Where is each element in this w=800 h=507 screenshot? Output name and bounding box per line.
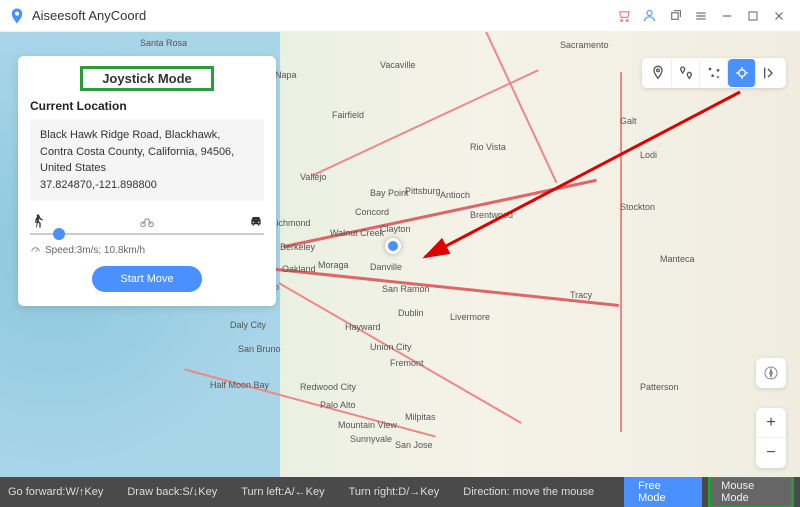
user-icon[interactable] [636,3,662,29]
gauge-icon [30,245,41,256]
current-location-label: Current Location [30,99,264,113]
hint-left: Turn left:A/←Key [241,486,324,498]
travel-mode-row [30,213,264,229]
mouse-mode-button[interactable]: Mouse Mode [708,475,794,507]
menu-icon[interactable] [688,3,714,29]
map-mode-toolbar [642,58,786,88]
car-icon[interactable] [248,213,264,229]
address-text: Black Hawk Ridge Road, Blackhawk, Contra… [40,127,254,177]
export-icon[interactable] [756,59,784,87]
hint-right: Turn right:D/→Key [349,486,440,498]
start-move-button[interactable]: Start Move [92,266,201,292]
app-logo-icon [8,7,26,25]
coords-text: 37.824870,-121.898800 [40,177,254,194]
zoom-control: + − [756,408,786,468]
maximize-icon[interactable] [740,3,766,29]
map-area[interactable]: Santa RosaNapaVacavilleFairfieldSacramen… [0,32,800,477]
close-icon[interactable] [766,3,792,29]
single-point-icon[interactable] [644,59,672,87]
titlebar: Aiseesoft AnyCoord [0,0,800,32]
address-box: Black Hawk Ridge Road, Blackhawk, Contra… [30,119,264,201]
minimize-icon[interactable] [714,3,740,29]
current-location-marker [385,238,401,254]
walk-icon[interactable] [30,213,46,229]
compass-button[interactable] [756,358,786,388]
zoom-out-button[interactable]: − [756,438,786,468]
speed-slider[interactable] [30,233,264,235]
cart-icon[interactable] [610,3,636,29]
restore-icon[interactable] [662,3,688,29]
multi-point-icon[interactable] [700,59,728,87]
app-title: Aiseesoft AnyCoord [32,8,146,23]
hint-direction: Direction: move the mouse [463,486,594,498]
free-mode-button[interactable]: Free Mode [624,475,702,507]
bike-icon[interactable] [139,213,155,229]
joystick-panel: Joystick Mode Current Location Black Haw… [18,56,276,306]
status-bar: Go forward:W/↑Key Draw back:S/↓Key Turn … [0,477,800,507]
two-point-icon[interactable] [672,59,700,87]
panel-mode-title: Joystick Mode [80,66,214,91]
joystick-mode-icon[interactable] [728,59,756,87]
hint-back: Draw back:S/↓Key [127,486,217,498]
speed-readout: Speed:3m/s; 10.8km/h [30,245,264,256]
hint-forward: Go forward:W/↑Key [8,486,103,498]
zoom-in-button[interactable]: + [756,408,786,438]
